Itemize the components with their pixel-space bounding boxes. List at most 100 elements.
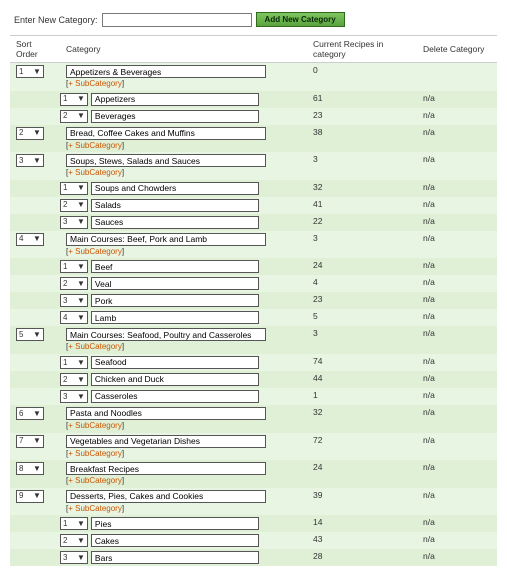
recipe-count: 23 — [313, 294, 322, 304]
subcategory-name-input[interactable] — [91, 373, 259, 386]
delete-cell[interactable]: n/a — [423, 154, 435, 164]
chevron-down-icon: ▼ — [77, 375, 85, 385]
chevron-down-icon: ▼ — [33, 234, 41, 244]
subcategory-name-input[interactable] — [91, 260, 259, 273]
sort-order-select[interactable]: 6▼ — [16, 407, 44, 420]
add-subcategory-link[interactable]: [+ SubCategory] — [66, 342, 124, 351]
category-name-input[interactable] — [66, 154, 266, 167]
delete-cell[interactable]: n/a — [423, 127, 435, 137]
delete-cell[interactable]: n/a — [423, 517, 435, 527]
category-name-input[interactable] — [66, 127, 266, 140]
delete-cell[interactable]: n/a — [423, 407, 435, 417]
sort-order-select[interactable]: 2▼ — [16, 127, 44, 140]
recipe-count: 38 — [313, 127, 322, 137]
delete-cell[interactable]: n/a — [423, 199, 435, 209]
sort-order-select[interactable]: 3▼ — [60, 294, 88, 307]
delete-cell[interactable]: n/a — [423, 462, 435, 472]
delete-cell[interactable]: n/a — [423, 277, 435, 287]
category-name-input[interactable] — [66, 407, 266, 420]
category-name-input[interactable] — [66, 65, 266, 78]
delete-cell[interactable]: n/a — [423, 260, 435, 270]
add-new-category-button[interactable]: Add New Category — [256, 12, 345, 27]
recipe-count: 28 — [313, 551, 322, 561]
col-count: Current Recipes in category — [307, 36, 417, 63]
subcategory-name-input[interactable] — [91, 216, 259, 229]
sort-order-select[interactable]: 1▼ — [60, 93, 88, 106]
sort-order-select[interactable]: 2▼ — [60, 373, 88, 386]
sort-order-select[interactable]: 7▼ — [16, 435, 44, 448]
add-subcategory-link[interactable]: [+ SubCategory] — [66, 141, 124, 150]
sort-order-select[interactable]: 9▼ — [16, 490, 44, 503]
delete-cell[interactable]: n/a — [423, 182, 435, 192]
subcategory-name-input[interactable] — [91, 517, 259, 530]
add-subcategory-link[interactable]: [+ SubCategory] — [66, 247, 124, 256]
add-subcategory-link[interactable]: [+ SubCategory] — [66, 476, 124, 485]
chevron-down-icon: ▼ — [33, 128, 41, 138]
delete-cell[interactable]: n/a — [423, 390, 435, 400]
delete-cell[interactable]: n/a — [423, 490, 435, 500]
add-subcategory-link[interactable]: [+ SubCategory] — [66, 421, 124, 430]
delete-cell[interactable]: n/a — [423, 551, 435, 561]
sort-order-select[interactable]: 1▼ — [60, 182, 88, 195]
subcategory-row: 4▼ 5 n/a — [10, 309, 497, 326]
subcategory-name-input[interactable] — [91, 551, 259, 564]
chevron-down-icon: ▼ — [77, 262, 85, 272]
subcategory-name-input[interactable] — [91, 93, 259, 106]
category-row: 7▼ [+ SubCategory] 72 n/a — [10, 433, 497, 461]
delete-cell[interactable]: n/a — [423, 534, 435, 544]
sort-order-select[interactable]: 2▼ — [60, 277, 88, 290]
sort-order-select[interactable]: 1▼ — [60, 517, 88, 530]
add-subcategory-link[interactable]: [+ SubCategory] — [66, 449, 124, 458]
category-name-input[interactable] — [66, 435, 266, 448]
chevron-down-icon: ▼ — [33, 330, 41, 340]
add-subcategory-link[interactable]: [+ SubCategory] — [66, 168, 124, 177]
category-name-input[interactable] — [66, 233, 266, 246]
subcategory-row: 2▼ 44 n/a — [10, 371, 497, 388]
subcategory-name-input[interactable] — [91, 311, 259, 324]
sort-order-select[interactable]: 4▼ — [16, 233, 44, 246]
category-name-input[interactable] — [66, 490, 266, 503]
sort-order-select[interactable]: 3▼ — [16, 154, 44, 167]
sort-order-select[interactable]: 3▼ — [60, 551, 88, 564]
delete-cell[interactable]: n/a — [423, 294, 435, 304]
delete-cell[interactable]: n/a — [423, 216, 435, 226]
sort-order-select[interactable]: 3▼ — [60, 390, 88, 403]
sort-order-select[interactable]: 4▼ — [60, 311, 88, 324]
add-subcategory-link[interactable]: [+ SubCategory] — [66, 504, 124, 513]
sort-order-select[interactable]: 2▼ — [60, 199, 88, 212]
subcategory-row: 3▼ 22 n/a — [10, 214, 497, 231]
subcategory-name-input[interactable] — [91, 277, 259, 290]
sort-order-select[interactable]: 1▼ — [60, 356, 88, 369]
sort-order-select[interactable]: 5▼ — [16, 328, 44, 341]
subcategory-name-input[interactable] — [91, 294, 259, 307]
sort-order-select[interactable]: 2▼ — [60, 110, 88, 123]
delete-cell[interactable]: n/a — [423, 93, 435, 103]
subcategory-name-input[interactable] — [91, 390, 259, 403]
category-name-input[interactable] — [66, 462, 266, 475]
add-subcategory-link[interactable]: [+ SubCategory] — [66, 79, 124, 88]
subcategory-row: 1▼ 14 n/a — [10, 515, 497, 532]
delete-cell[interactable]: n/a — [423, 328, 435, 338]
sort-order-select[interactable]: 2▼ — [60, 534, 88, 547]
delete-cell[interactable]: n/a — [423, 110, 435, 120]
subcategory-name-input[interactable] — [91, 534, 259, 547]
delete-cell[interactable]: n/a — [423, 233, 435, 243]
sort-order-select[interactable]: 1▼ — [16, 65, 44, 78]
delete-cell[interactable]: n/a — [423, 373, 435, 383]
delete-cell[interactable]: n/a — [423, 356, 435, 366]
sort-order-select[interactable]: 1▼ — [60, 260, 88, 273]
subcategory-name-input[interactable] — [91, 182, 259, 195]
chevron-down-icon: ▼ — [77, 553, 85, 563]
category-row: 6▼ [+ SubCategory] 32 n/a — [10, 405, 497, 433]
delete-cell[interactable]: n/a — [423, 435, 435, 445]
sort-order-select[interactable]: 8▼ — [16, 462, 44, 475]
delete-cell[interactable]: n/a — [423, 311, 435, 321]
subcategory-name-input[interactable] — [91, 356, 259, 369]
sort-order-select[interactable]: 3▼ — [60, 216, 88, 229]
subcategory-name-input[interactable] — [91, 110, 259, 123]
category-row: 9▼ [+ SubCategory] 39 n/a — [10, 488, 497, 516]
subcategory-row: 1▼ 74 n/a — [10, 354, 497, 371]
new-category-input[interactable] — [102, 13, 252, 27]
subcategory-name-input[interactable] — [91, 199, 259, 212]
category-name-input[interactable] — [66, 328, 266, 341]
